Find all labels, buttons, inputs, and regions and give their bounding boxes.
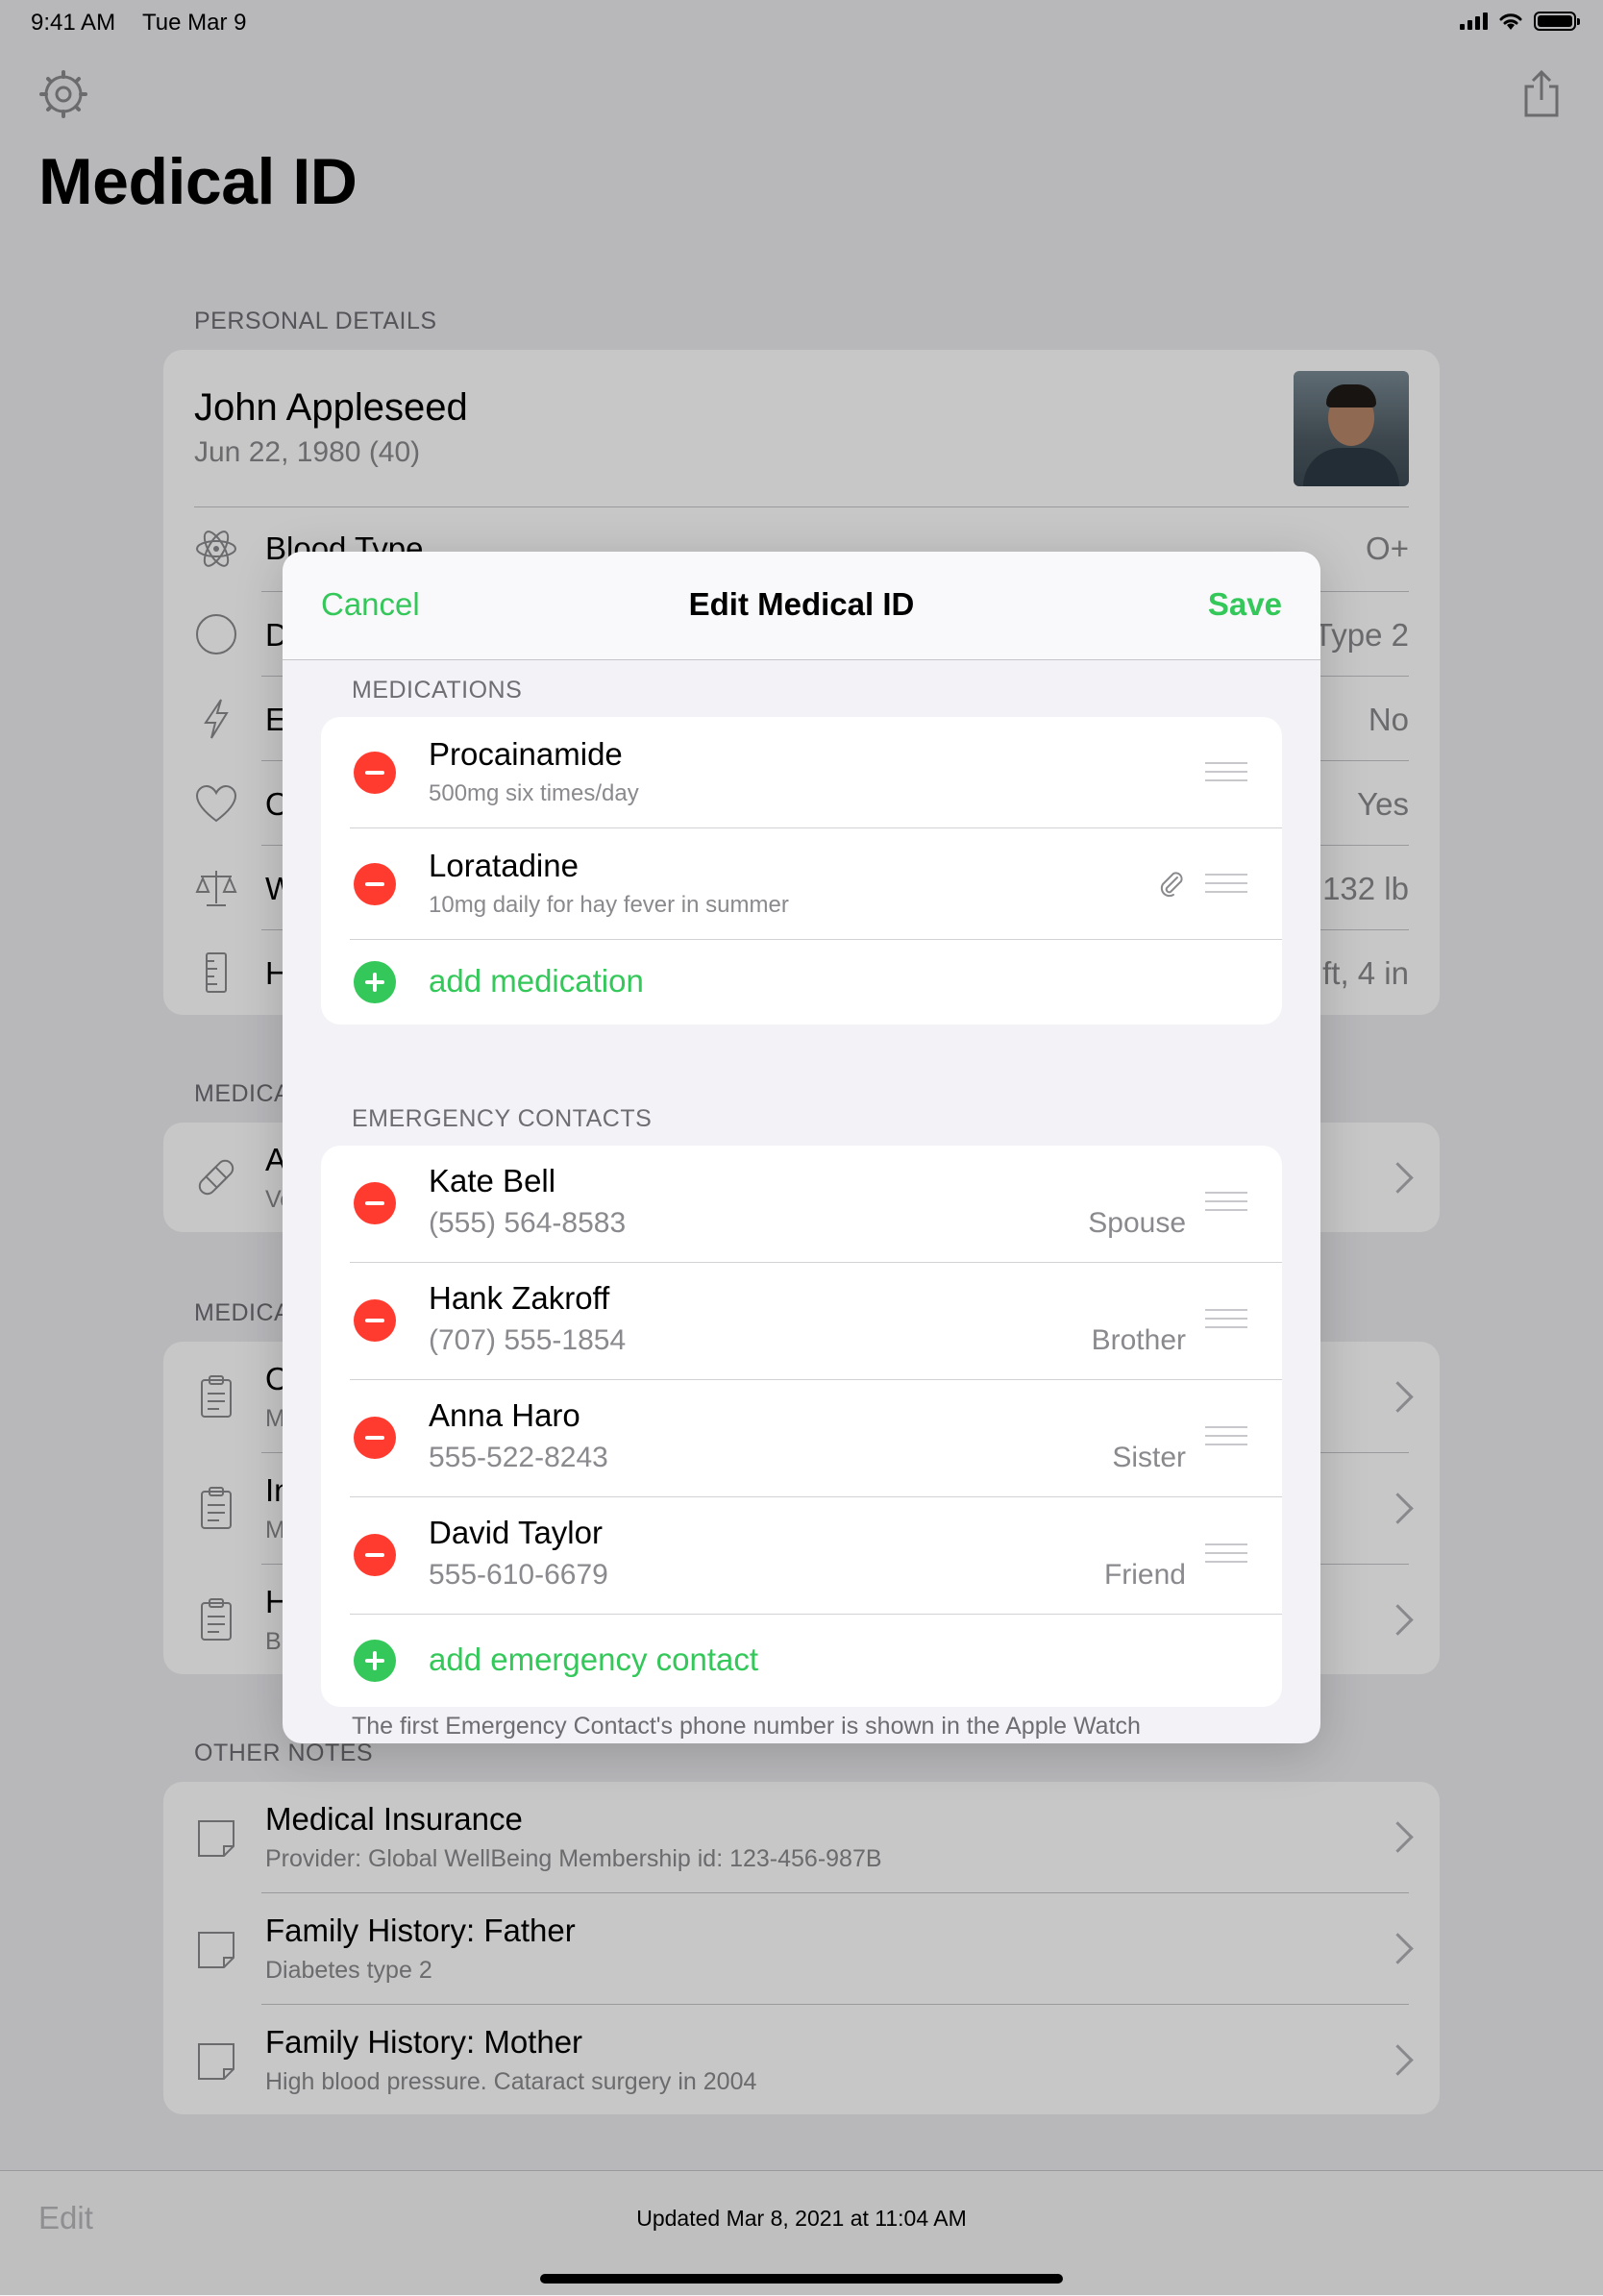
contact-relation: Brother xyxy=(1091,1324,1186,1356)
add-icon xyxy=(354,1640,396,1682)
save-button[interactable]: Save xyxy=(1208,586,1282,623)
medication-row[interactable]: Procainamide 500mg six times/day xyxy=(321,717,1282,828)
medication-detail: 500mg six times/day xyxy=(429,780,639,806)
reorder-grip-icon[interactable] xyxy=(1205,1192,1247,1211)
contact-phone: 555-522-8243 xyxy=(429,1442,608,1473)
delete-contact-button[interactable] xyxy=(354,1182,396,1224)
contact-name: David Taylor xyxy=(429,1515,603,1550)
add-emergency-contact-row[interactable]: add emergency contact xyxy=(321,1615,1282,1707)
emergency-contacts-header: EMERGENCY CONTACTS xyxy=(352,1105,653,1132)
add-emergency-contact-label: add emergency contact xyxy=(429,1642,759,1677)
contact-phone: (555) 564-8583 xyxy=(429,1207,627,1239)
contact-row[interactable]: Hank Zakroff (707) 555-1854 Brother xyxy=(321,1263,1282,1379)
add-medication-label: add medication xyxy=(429,963,644,999)
medication-name: Procainamide xyxy=(429,736,623,772)
paperclip-icon xyxy=(1160,872,1183,898)
delete-contact-button[interactable] xyxy=(354,1299,396,1342)
contact-row[interactable]: David Taylor 555-610-6679 Friend xyxy=(321,1497,1282,1614)
contact-relation: Sister xyxy=(1112,1442,1186,1473)
delete-contact-button[interactable] xyxy=(354,1417,396,1459)
add-icon xyxy=(354,961,396,1003)
medications-header: MEDICATIONS xyxy=(352,677,523,704)
modal-title: Edit Medical ID xyxy=(688,586,915,622)
contact-relation: Spouse xyxy=(1088,1207,1186,1239)
contact-name: Anna Haro xyxy=(429,1397,580,1433)
contact-row[interactable]: Anna Haro 555-522-8243 Sister xyxy=(321,1380,1282,1496)
reorder-grip-icon[interactable] xyxy=(1205,762,1247,781)
delete-contact-button[interactable] xyxy=(354,1534,396,1576)
emergency-contacts-card: Kate Bell (555) 564-8583 Spouse Hank Zak… xyxy=(321,1146,1282,1707)
contact-row[interactable]: Kate Bell (555) 564-8583 Spouse xyxy=(321,1146,1282,1262)
delete-medication-button[interactable] xyxy=(354,863,396,905)
reorder-grip-icon[interactable] xyxy=(1205,874,1247,893)
contact-name: Kate Bell xyxy=(429,1163,556,1198)
contact-phone: 555-610-6679 xyxy=(429,1559,608,1591)
medications-card: Procainamide 500mg six times/day Loratad… xyxy=(321,717,1282,1025)
add-medication-row[interactable]: add medication xyxy=(321,940,1282,1025)
reorder-grip-icon[interactable] xyxy=(1205,1543,1247,1563)
edit-medical-id-modal: Cancel Edit Medical ID Save MEDICATIONS … xyxy=(283,552,1320,1743)
contact-relation: Friend xyxy=(1103,1559,1186,1591)
contact-phone: (707) 555-1854 xyxy=(429,1324,627,1356)
contact-name: Hank Zakroff xyxy=(429,1280,610,1316)
emergency-contacts-footnote: The first Emergency Contact's phone numb… xyxy=(352,1713,1141,1740)
medication-detail: 10mg daily for hay fever in summer xyxy=(429,892,789,918)
delete-medication-button[interactable] xyxy=(354,752,396,794)
reorder-grip-icon[interactable] xyxy=(1205,1309,1247,1328)
medication-row[interactable]: Loratadine 10mg daily for hay fever in s… xyxy=(321,828,1282,940)
modal-nav-bar: Cancel Edit Medical ID Save xyxy=(283,552,1320,660)
reorder-grip-icon[interactable] xyxy=(1205,1426,1247,1445)
home-indicator[interactable] xyxy=(540,2274,1063,2284)
medication-name: Loratadine xyxy=(429,848,579,883)
